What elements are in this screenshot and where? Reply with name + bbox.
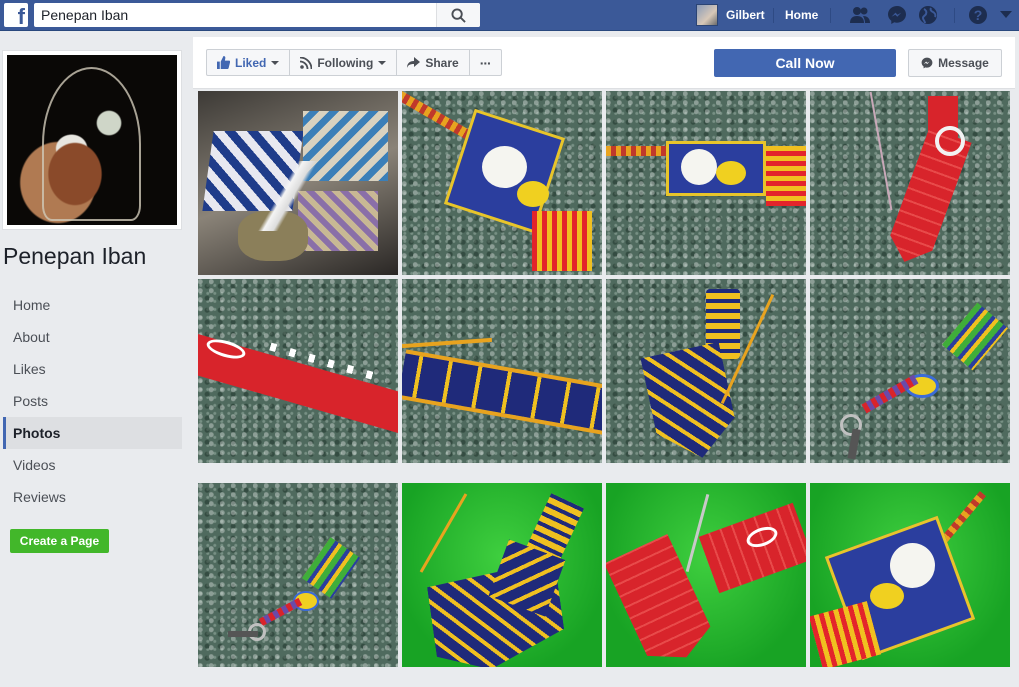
photo-content	[698, 502, 806, 594]
chevron-down-icon	[1000, 11, 1012, 18]
photo-thumbnail[interactable]	[198, 91, 398, 275]
photo-thumbnail[interactable]	[402, 91, 602, 275]
avatar[interactable]	[696, 4, 718, 26]
photo-thumbnail[interactable]	[606, 279, 806, 463]
messenger-icon	[921, 57, 933, 69]
photo-content	[869, 91, 893, 211]
share-arrow-icon	[407, 56, 421, 68]
message-button[interactable]: Message	[908, 49, 1002, 77]
photo-thumbnail[interactable]	[810, 279, 1010, 463]
message-label: Message	[938, 56, 989, 70]
photo-thumbnail[interactable]	[810, 91, 1010, 275]
page-actions-group: Liked Following Share ···	[206, 49, 502, 76]
messages-button[interactable]	[886, 5, 908, 25]
facebook-logo-icon[interactable]: f	[4, 3, 28, 29]
help-button[interactable]: ?	[967, 5, 989, 25]
sidebar-item-home[interactable]: Home	[3, 289, 182, 321]
home-link[interactable]: Home	[785, 8, 818, 22]
chevron-down-icon	[271, 60, 280, 65]
search-button[interactable]	[436, 3, 480, 27]
page-action-bar: Liked Following Share ··· Call Now Messa…	[193, 37, 1015, 89]
sidebar-item-reviews[interactable]: Reviews	[3, 481, 182, 513]
photo-content	[532, 211, 592, 271]
photo-content	[606, 534, 718, 667]
photo-content	[228, 631, 258, 637]
sidebar-item-about[interactable]: About	[3, 321, 182, 353]
photo-content	[258, 161, 318, 231]
page-profile-picture[interactable]	[2, 50, 182, 230]
photo-content	[716, 161, 746, 185]
photo-thumbnail[interactable]	[198, 483, 398, 667]
thumbs-up-icon	[217, 56, 230, 69]
chevron-down-icon	[378, 60, 387, 65]
friend-requests-button[interactable]	[849, 5, 871, 25]
photo-content	[258, 597, 303, 627]
account-menu-button[interactable]	[995, 5, 1017, 25]
photo-thumbnail[interactable]	[606, 91, 806, 275]
divider	[954, 8, 955, 23]
profile-link[interactable]: Gilbert	[726, 8, 765, 22]
divider	[830, 8, 831, 23]
photo-content	[890, 543, 935, 588]
globe-icon	[919, 6, 937, 24]
sidebar-item-likes[interactable]: Likes	[3, 353, 182, 385]
search-bar: Penepan Iban	[34, 3, 480, 27]
photo-thumbnail[interactable]	[198, 279, 398, 463]
following-button[interactable]: Following	[290, 50, 398, 75]
messenger-icon	[888, 6, 906, 24]
photo-content	[402, 349, 602, 439]
share-label: Share	[425, 55, 459, 70]
page-title[interactable]: Penepan Iban	[3, 243, 146, 270]
photo-thumbnail[interactable]	[402, 483, 602, 667]
photo-thumbnail[interactable]	[402, 279, 602, 463]
following-label: Following	[317, 55, 374, 70]
photo-content	[482, 146, 527, 188]
more-icon: ···	[479, 54, 492, 71]
facebook-logo-letter: f	[17, 4, 25, 29]
photo-content	[766, 146, 806, 206]
profile-photo	[7, 55, 177, 225]
photo-content	[681, 149, 717, 185]
photo-content	[640, 342, 741, 463]
create-page-button[interactable]: Create a Page	[10, 529, 109, 553]
photo-content	[685, 493, 710, 573]
help-icon: ?	[969, 6, 987, 24]
sidebar-item-posts[interactable]: Posts	[3, 385, 182, 417]
liked-button[interactable]: Liked	[207, 50, 291, 75]
photo-content	[942, 302, 1008, 371]
sidebar-item-photos[interactable]: Photos	[3, 417, 182, 449]
share-button[interactable]: Share	[397, 50, 470, 75]
friends-icon	[850, 7, 870, 23]
rss-icon	[300, 56, 313, 69]
divider	[773, 8, 774, 23]
search-input[interactable]: Penepan Iban	[34, 7, 436, 23]
photo-thumbnail[interactable]	[606, 483, 806, 667]
top-navigation-bar: f Penepan Iban Gilbert Home ?	[0, 0, 1019, 31]
photo-content	[301, 537, 361, 599]
search-icon	[451, 7, 466, 23]
call-now-button[interactable]: Call Now	[714, 49, 896, 77]
photo-content	[870, 583, 904, 609]
photo-thumbnail[interactable]	[810, 483, 1010, 667]
photo-content	[402, 337, 493, 349]
photo-content	[419, 493, 468, 573]
notifications-button[interactable]	[917, 5, 939, 25]
help-glyph: ?	[974, 7, 983, 23]
photo-grid	[198, 91, 1012, 687]
photo-content	[517, 181, 549, 207]
liked-label: Liked	[235, 55, 267, 70]
page-navigation: Home About Likes Posts Photos Videos Rev…	[3, 289, 182, 513]
photo-content	[935, 126, 965, 156]
more-options-button[interactable]: ···	[470, 50, 501, 75]
sidebar-item-videos[interactable]: Videos	[3, 449, 182, 481]
